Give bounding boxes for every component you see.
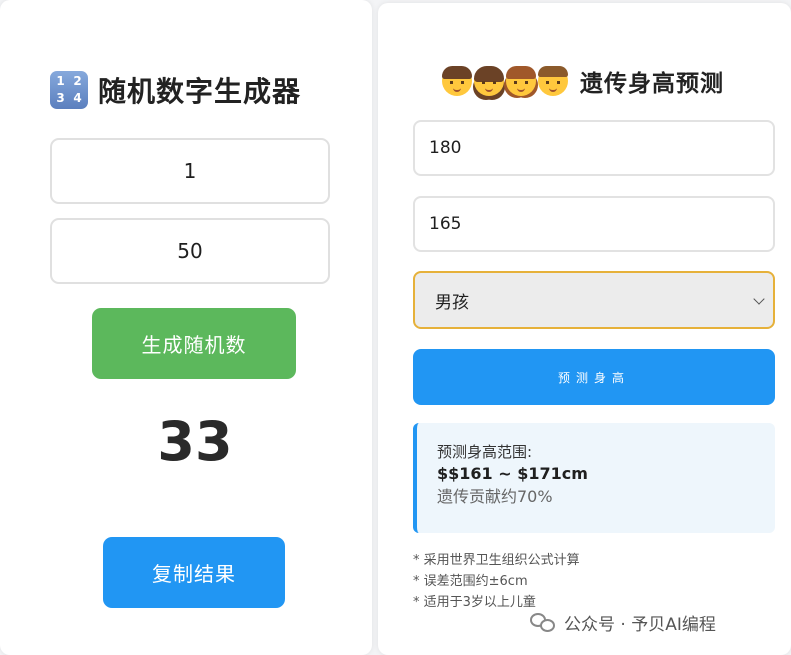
prediction-notes: * 采用世界卫生组织公式计算 * 误差范围约±6cm * 适用于3岁以上儿童: [413, 550, 580, 613]
predict-height-button[interactable]: 预测身高: [413, 349, 775, 405]
note-item: * 误差范围约±6cm: [413, 574, 528, 589]
height-predictor-header: 遗传身高预测: [442, 63, 724, 99]
woman-emoji-icon: [474, 66, 504, 96]
random-generator-title: 随机数字生成器: [98, 75, 302, 108]
icon-digit: 1: [56, 74, 65, 88]
min-value-input[interactable]: [50, 138, 330, 204]
boy-emoji-icon: [538, 66, 568, 96]
child-gender-select[interactable]: 男孩: [413, 271, 775, 329]
random-result-value: 33: [157, 410, 233, 473]
copy-result-button[interactable]: 复制结果: [103, 537, 285, 608]
wechat-icon: [530, 611, 556, 633]
girl-emoji-icon: [506, 66, 536, 96]
icon-digit: 4: [73, 91, 82, 105]
icon-digit: 2: [73, 74, 82, 88]
random-generator-header: 1 2 3 4 随机数字生成器: [50, 70, 301, 110]
prediction-range: $$161 ~ $171cm: [437, 464, 588, 483]
random-generator-card: 1 2 3 4 随机数字生成器 生成随机数 33 复制结果: [0, 0, 372, 655]
height-predictor-card: 遗传身高预测 男孩 预测身高 预测身高范围: $$161 ~ $171cm 遗传…: [378, 3, 791, 655]
icon-digit: 3: [56, 91, 65, 105]
note-item: * 采用世界卫生组织公式计算: [413, 553, 580, 568]
prediction-result-label: 预测身高范围:: [437, 443, 533, 461]
account-watermark: 公众号 · 予贝AI编程: [530, 608, 716, 636]
genetic-contribution: 遗传贡献约70%: [437, 487, 553, 506]
mother-height-input[interactable]: [413, 196, 775, 252]
father-height-input[interactable]: [413, 120, 775, 176]
generate-random-button[interactable]: 生成随机数: [92, 308, 296, 379]
input-numbers-icon: 1 2 3 4: [50, 71, 88, 109]
watermark-text: 公众号 · 予贝AI编程: [564, 614, 716, 635]
height-predictor-title: 遗传身高预测: [580, 71, 724, 97]
max-value-input[interactable]: [50, 218, 330, 284]
gender-selected-value: 男孩: [435, 292, 469, 313]
man-emoji-icon: [442, 66, 472, 96]
chevron-down-icon: [753, 293, 765, 305]
prediction-result-panel: 预测身高范围: $$161 ~ $171cm 遗传贡献约70%: [413, 423, 775, 533]
